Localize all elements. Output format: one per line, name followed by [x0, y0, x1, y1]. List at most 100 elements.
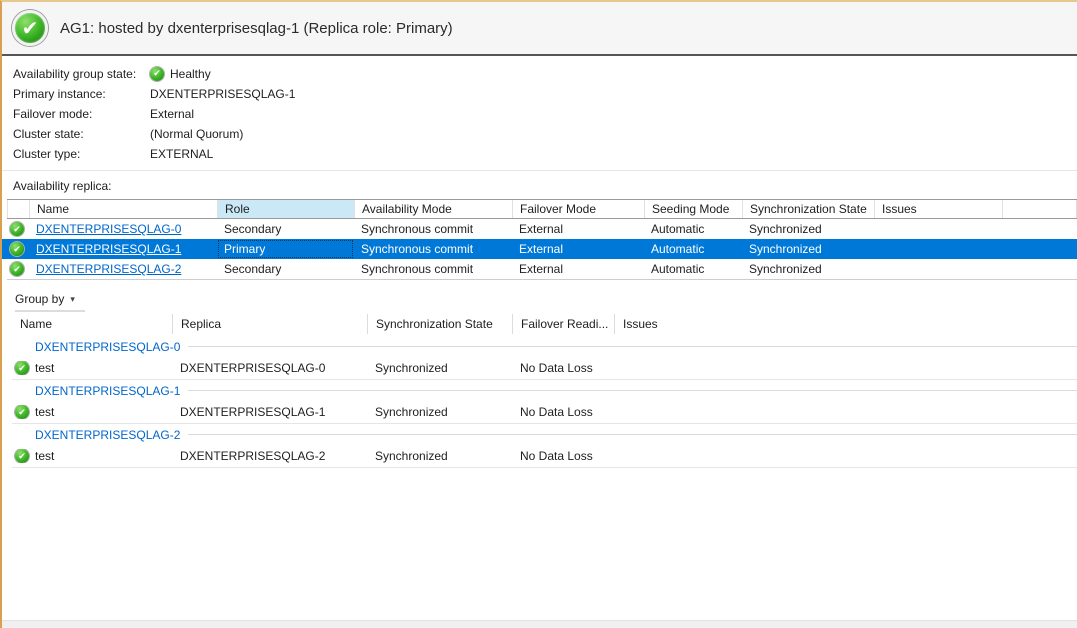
- page-title: AG1: hosted by dxenterprisesqlag-1 (Repl…: [60, 20, 453, 37]
- database-name: test: [35, 361, 54, 375]
- field-label: Failover mode:: [13, 107, 150, 121]
- database-replica: DXENTERPRISESQLAG-0: [172, 361, 367, 375]
- replica-row[interactable]: ✔ DXENTERPRISESQLAG-2 Secondary Synchron…: [2, 259, 1077, 279]
- field-label: Availability group state:: [13, 67, 150, 81]
- column-header-availability-mode[interactable]: Availability Mode: [354, 200, 512, 218]
- database-failover-readiness: No Data Loss: [512, 449, 614, 463]
- database-row[interactable]: ✔ test DXENTERPRISESQLAG-0 Synchronized …: [12, 357, 1077, 380]
- group-summary-panel: Availability group state: ✔ Healthy Prim…: [2, 56, 1077, 170]
- healthy-check-icon: ✔: [150, 67, 164, 81]
- column-header-spacer: [1002, 200, 1077, 218]
- healthy-check-icon: ✔: [10, 222, 24, 236]
- group-divider-line: [188, 390, 1077, 391]
- replica-synchronization-state: Synchronized: [742, 239, 874, 259]
- column-header-replica[interactable]: Replica: [172, 314, 367, 334]
- replica-link[interactable]: DXENTERPRISESQLAG-0: [36, 222, 181, 236]
- replica-availability-mode: Synchronous commit: [354, 259, 512, 279]
- summary-row: Cluster type: EXTERNAL: [13, 144, 1077, 163]
- replica-row[interactable]: ✔ DXENTERPRISESQLAG-0 Secondary Synchron…: [2, 219, 1077, 239]
- column-header-failover-readiness[interactable]: Failover Readi...: [512, 314, 614, 334]
- field-label: Primary instance:: [13, 87, 150, 101]
- replica-link[interactable]: DXENTERPRISESQLAG-1: [36, 242, 181, 256]
- database-row[interactable]: ✔ test DXENTERPRISESQLAG-1 Synchronized …: [12, 401, 1077, 424]
- summary-row: Failover mode: External: [13, 104, 1077, 123]
- group-divider-line: [188, 434, 1077, 435]
- column-header-issues[interactable]: Issues: [614, 314, 812, 334]
- availability-group-header: ✔ AG1: hosted by dxenterprisesqlag-1 (Re…: [2, 2, 1077, 56]
- summary-row: Availability group state: ✔ Healthy: [13, 64, 1077, 83]
- bottom-scrollbar-track[interactable]: [2, 620, 1077, 628]
- database-name: test: [35, 405, 54, 419]
- field-value: External: [150, 107, 194, 121]
- replica-role: Secondary: [217, 219, 354, 239]
- database-row[interactable]: ✔ test DXENTERPRISESQLAG-2 Synchronized …: [12, 445, 1077, 468]
- replica-issues: [874, 259, 1002, 279]
- replica-issues: [874, 239, 1002, 259]
- replica-table-header: Name Role Availability Mode Failover Mod…: [7, 199, 1077, 219]
- column-header-role[interactable]: Role: [217, 200, 354, 218]
- field-value: DXENTERPRISESQLAG-1: [150, 87, 295, 101]
- healthy-check-icon: ✔: [10, 262, 24, 276]
- database-failover-readiness: No Data Loss: [512, 361, 614, 375]
- empty-area: [2, 468, 1077, 620]
- replica-failover-mode: External: [512, 219, 644, 239]
- replica-role: Secondary: [217, 259, 354, 279]
- replica-availability-mode: Synchronous commit: [354, 239, 512, 259]
- database-synchronization-state: Synchronized: [367, 405, 512, 419]
- icon-column-header: [7, 200, 29, 218]
- field-label: Cluster state:: [13, 127, 150, 141]
- replica-table: Name Role Availability Mode Failover Mod…: [2, 199, 1077, 280]
- summary-row: Cluster state: (Normal Quorum): [13, 124, 1077, 143]
- group-header[interactable]: DXENTERPRISESQLAG-1: [12, 380, 1077, 401]
- replica-seeding-mode: Automatic: [644, 219, 742, 239]
- chevron-down-icon: ▾: [70, 294, 75, 305]
- column-header-name[interactable]: Name: [29, 200, 217, 218]
- healthy-check-icon: ✔: [15, 361, 29, 375]
- group-divider-line: [188, 346, 1077, 347]
- databases-table-header: Name Replica Synchronization State Failo…: [12, 312, 1077, 336]
- summary-row: Primary instance: DXENTERPRISESQLAG-1: [13, 84, 1077, 103]
- replica-row-selected[interactable]: ✔ DXENTERPRISESQLAG-1 Primary Synchronou…: [2, 239, 1077, 259]
- group-header[interactable]: DXENTERPRISESQLAG-0: [12, 336, 1077, 357]
- healthy-status-icon: ✔: [12, 10, 48, 46]
- database-name: test: [35, 449, 54, 463]
- group-by-bar: Group by ▾: [15, 290, 1077, 310]
- database-synchronization-state: Synchronized: [367, 449, 512, 463]
- healthy-check-icon: ✔: [10, 242, 24, 256]
- column-header-seeding-mode[interactable]: Seeding Mode: [644, 200, 742, 218]
- column-header-synchronization-state[interactable]: Synchronization State: [742, 200, 874, 218]
- field-value: EXTERNAL: [150, 147, 213, 161]
- field-value: (Normal Quorum): [150, 127, 243, 141]
- replica-availability-mode: Synchronous commit: [354, 219, 512, 239]
- group-by-dropdown[interactable]: Group by ▾: [15, 290, 85, 312]
- replica-synchronization-state: Synchronized: [742, 259, 874, 279]
- field-value: Healthy: [170, 67, 211, 81]
- availability-replica-label: Availability replica:: [2, 177, 1077, 199]
- database-replica: DXENTERPRISESQLAG-2: [172, 449, 367, 463]
- group-name: DXENTERPRISESQLAG-1: [12, 384, 180, 398]
- replica-seeding-mode: Automatic: [644, 239, 742, 259]
- group-name: DXENTERPRISESQLAG-0: [12, 340, 180, 354]
- group-header[interactable]: DXENTERPRISESQLAG-2: [12, 424, 1077, 445]
- group-name: DXENTERPRISESQLAG-2: [12, 428, 180, 442]
- replica-role: Primary: [217, 239, 354, 259]
- column-header-synchronization-state[interactable]: Synchronization State: [367, 314, 512, 334]
- replica-link[interactable]: DXENTERPRISESQLAG-2: [36, 262, 181, 276]
- replica-synchronization-state: Synchronized: [742, 219, 874, 239]
- healthy-check-icon: ✔: [15, 405, 29, 419]
- database-failover-readiness: No Data Loss: [512, 405, 614, 419]
- replica-failover-mode: External: [512, 259, 644, 279]
- column-header-failover-mode[interactable]: Failover Mode: [512, 200, 644, 218]
- replica-failover-mode: External: [512, 239, 644, 259]
- column-header-issues[interactable]: Issues: [874, 200, 1002, 218]
- databases-table: Name Replica Synchronization State Failo…: [12, 312, 1077, 468]
- availability-replica-section: Availability replica: Name Role Availabi…: [2, 170, 1077, 280]
- group-by-label: Group by: [15, 292, 64, 306]
- database-synchronization-state: Synchronized: [367, 361, 512, 375]
- replica-seeding-mode: Automatic: [644, 259, 742, 279]
- field-label: Cluster type:: [13, 147, 150, 161]
- healthy-check-icon: ✔: [15, 449, 29, 463]
- replica-issues: [874, 219, 1002, 239]
- database-replica: DXENTERPRISESQLAG-1: [172, 405, 367, 419]
- column-header-name[interactable]: Name: [12, 314, 172, 334]
